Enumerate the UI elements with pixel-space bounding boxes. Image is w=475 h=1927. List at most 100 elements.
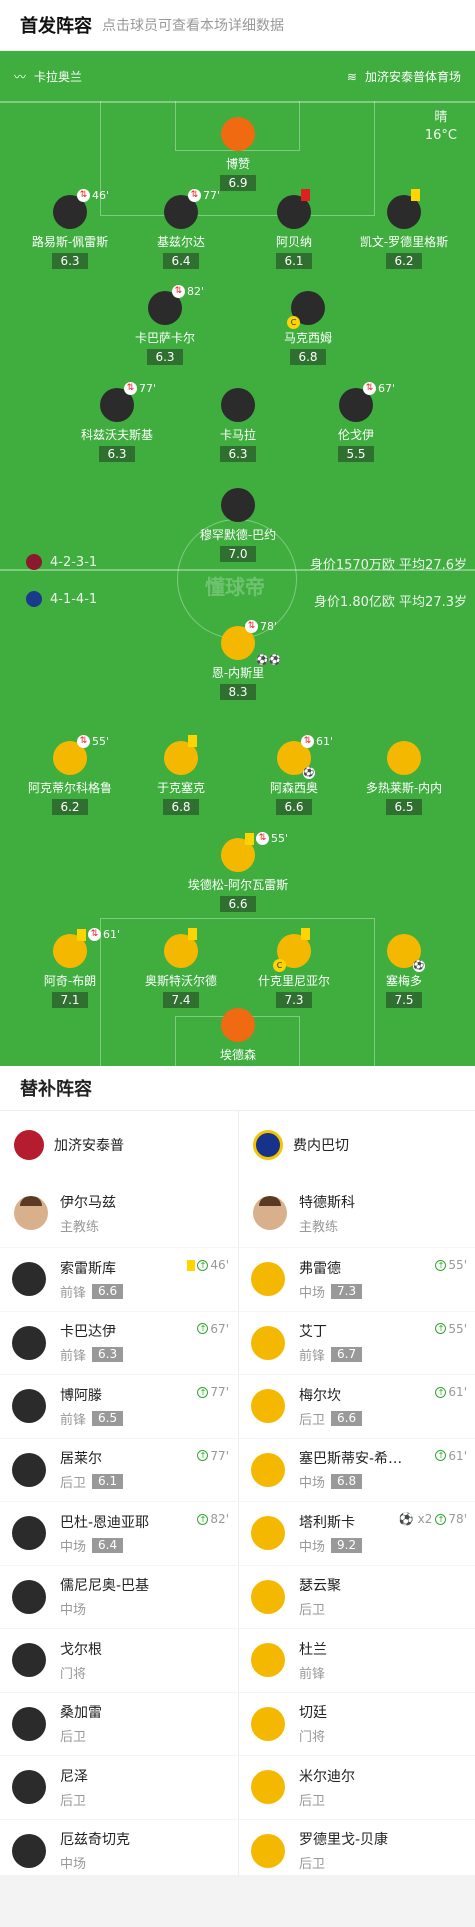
bottom-spacer — [0, 1875, 475, 1927]
sub-player-row[interactable]: 儒尼尼奥-巴基 中场 — [0, 1564, 237, 1629]
sub-player-position: 后卫 — [299, 1793, 326, 1809]
player-name: 卡马拉 — [219, 428, 256, 442]
sub-player-row[interactable]: 戈尔根 门将 — [0, 1628, 237, 1692]
player[interactable]: 卡马拉 6.3 — [183, 388, 293, 462]
sub-player-events: ↑ 82' — [197, 1512, 229, 1526]
sub-player-row[interactable]: 索雷斯库 前锋 6.6 ↑ 46' — [0, 1247, 237, 1311]
sub-player-row[interactable]: 桑加雷 后卫 — [0, 1691, 237, 1756]
player-jersey-icon — [277, 189, 311, 229]
sub-player-row[interactable]: 米尔迪尔 后卫 — [239, 1755, 475, 1819]
yellow-card-icon — [301, 928, 310, 940]
sub-player-row[interactable]: 卡巴达伊 前锋 6.3 ↑ 67' — [0, 1310, 237, 1375]
sub-player-row[interactable]: 切廷 门将 — [239, 1691, 475, 1756]
player-events: ⇅ 61' — [301, 735, 333, 748]
sub-player-position: 中场 — [299, 1539, 326, 1555]
player[interactable]: 多热莱斯-内内 6.5 — [349, 741, 459, 815]
player-name: 塞梅多 — [385, 974, 422, 988]
player[interactable]: 博赞 6.9 — [183, 117, 293, 191]
sub-player-row[interactable]: 塔利斯卡 中场 9.2 ⚽ x2 ↑ 78' — [239, 1501, 475, 1565]
yellow-card-icon — [187, 1259, 196, 1271]
sub-player-row[interactable]: 梅尔坎 后卫 6.6 ↑ 61' — [239, 1374, 475, 1438]
player[interactable]: ⇅ 82' 卡巴萨卡尔 6.3 — [110, 285, 220, 365]
player[interactable]: ⇅ 77' 科兹沃夫斯基 6.3 — [62, 382, 172, 462]
sub-player-name: 巴杜-恩迪亚耶 — [60, 1514, 150, 1531]
substitution-icon: ⇅ — [172, 285, 185, 298]
player-jersey-icon — [12, 1706, 46, 1741]
player[interactable]: ⇅ 78' ⚽⚽ 恩-内斯里 8.3 — [183, 620, 293, 700]
player[interactable]: 于克塞克 6.8 — [126, 735, 236, 815]
player-events: ⇅ 61' — [77, 928, 120, 941]
player-name: 多热莱斯-内内 — [365, 781, 443, 795]
sub-player-rating: 6.3 — [92, 1347, 124, 1363]
player[interactable]: ⇅ 55' 阿克蒂尔科格鲁 6.2 — [15, 735, 125, 815]
player[interactable]: ⇅ 46' 路易斯-佩雷斯 6.3 — [15, 189, 125, 269]
captain-badge: C — [273, 959, 286, 972]
sub-minute: 55' — [271, 832, 289, 845]
yellow-card-icon — [188, 735, 197, 747]
sub-player-rating: 7.3 — [331, 1283, 363, 1299]
player[interactable]: ⇅ 55' 埃德松-阿尔瓦雷斯 6.6 — [183, 832, 293, 912]
player-events — [188, 928, 199, 940]
player[interactable]: ⇅ 77' 基兹尔达 6.4 — [126, 189, 236, 269]
substitution-icon: ⇅ — [301, 735, 314, 748]
player[interactable]: 凯文-罗德里格斯 6.2 — [349, 189, 459, 269]
yellow-card-icon — [411, 189, 420, 201]
player-name: 埃德松-阿尔瓦雷斯 — [187, 878, 289, 892]
sub-in-icon: ↑ — [435, 1450, 447, 1461]
coach-avatar — [253, 1196, 287, 1230]
sub-player-row[interactable]: 巴杜-恩迪亚耶 中场 6.4 ↑ 82' — [0, 1501, 237, 1565]
substitution-icon: ⇅ — [363, 382, 376, 395]
player[interactable]: ⇅ 67' 伦戈伊 5.5 — [301, 382, 411, 462]
player-events — [301, 928, 312, 940]
subs-right-column: 费内巴切 特德斯科 主教练 弗雷德 中场 7.3 ↑ 55' 艾丁 前锋 6.7 ↑ 55' 梅尔坎… — [238, 1111, 475, 1882]
sub-player-row[interactable]: 居莱尔 后卫 6.1 ↑ 77' — [0, 1437, 237, 1502]
sub-player-row[interactable]: 罗德里戈-贝康 后卫 — [239, 1818, 475, 1883]
sub-player-events: ↑ 46' — [187, 1258, 229, 1272]
sub-player-rating: 6.4 — [92, 1537, 124, 1553]
sub-player-row[interactable]: 博阿滕 前锋 6.5 ↑ 77' — [0, 1374, 237, 1438]
sub-player-row[interactable]: 杜兰 前锋 — [239, 1628, 475, 1692]
player[interactable]: C 马克西姆 6.8 — [253, 291, 363, 365]
sub-player-rating: 6.1 — [92, 1474, 124, 1490]
temperature: 16°C — [424, 128, 457, 143]
right-team-name: 费内巴切 — [293, 1138, 349, 1154]
substitution-icon: ⇅ — [188, 189, 201, 202]
sub-player-row[interactable]: 厄兹奇切克 中场 — [0, 1818, 237, 1883]
player-rating: 8.3 — [220, 684, 256, 700]
sub-player-row[interactable]: 塞巴斯蒂安-希曼斯基中场 6.8 ↑61' — [239, 1437, 475, 1502]
player[interactable]: C 什克里尼亚尔 7.3 — [239, 928, 349, 1008]
player[interactable]: ⇅ 61' ⚽ 阿森西奥 6.6 — [239, 735, 349, 815]
player[interactable]: 穆罕默德-巴约 7.0 — [183, 488, 293, 562]
left-coach[interactable]: 伊尔马兹 主教练 — [0, 1179, 237, 1247]
substitution-icon: ⇅ — [77, 735, 90, 748]
coach-role: 主教练 — [60, 1219, 100, 1235]
player[interactable]: 阿贝纳 6.1 — [239, 189, 349, 269]
right-coach[interactable]: 特德斯科 主教练 — [239, 1179, 475, 1247]
player[interactable]: ⇅ 61' 阿奇-布朗 7.1 — [15, 928, 125, 1008]
sub-minute: 61' — [448, 1448, 467, 1463]
player-jersey-icon: ⇅ 55' — [221, 832, 288, 872]
sub-minute: 77' — [210, 1448, 229, 1463]
sub-player-name: 切廷 — [299, 1705, 327, 1722]
player-jersey-icon — [12, 1262, 46, 1297]
player-jersey-icon — [164, 735, 198, 775]
player-jersey-icon — [164, 928, 198, 968]
sub-player-row[interactable]: 尼泽 后卫 — [0, 1755, 237, 1819]
player[interactable]: 奥斯特沃尔德 7.4 — [126, 928, 236, 1008]
player-jersey-icon — [251, 1389, 285, 1424]
sub-player-position: 后卫 — [299, 1603, 326, 1619]
sub-player-row[interactable]: 弗雷德 中场 7.3 ↑ 55' — [239, 1247, 475, 1311]
player[interactable]: 埃德森8.3 — [183, 1008, 293, 1066]
sub-player-row[interactable]: 艾丁 前锋 6.7 ↑ 55' — [239, 1310, 475, 1375]
sub-player-row[interactable]: 瑟云聚 后卫 — [239, 1564, 475, 1629]
player-jersey-icon — [12, 1389, 46, 1424]
player-jersey-icon — [251, 1643, 285, 1678]
player-events: ⇅ 55' — [245, 832, 288, 845]
player[interactable]: ⚽ 塞梅多 7.5 — [349, 934, 459, 1008]
sub-player-position: 前锋 — [60, 1285, 87, 1301]
sub-player-name: 厄兹奇切克 — [60, 1832, 130, 1849]
player-rating: 6.9 — [220, 175, 256, 191]
sub-player-events: ⚽ x2 ↑ 78' — [399, 1512, 467, 1526]
player-name: 穆罕默德-巴约 — [199, 528, 277, 542]
player-jersey-icon — [12, 1643, 46, 1678]
